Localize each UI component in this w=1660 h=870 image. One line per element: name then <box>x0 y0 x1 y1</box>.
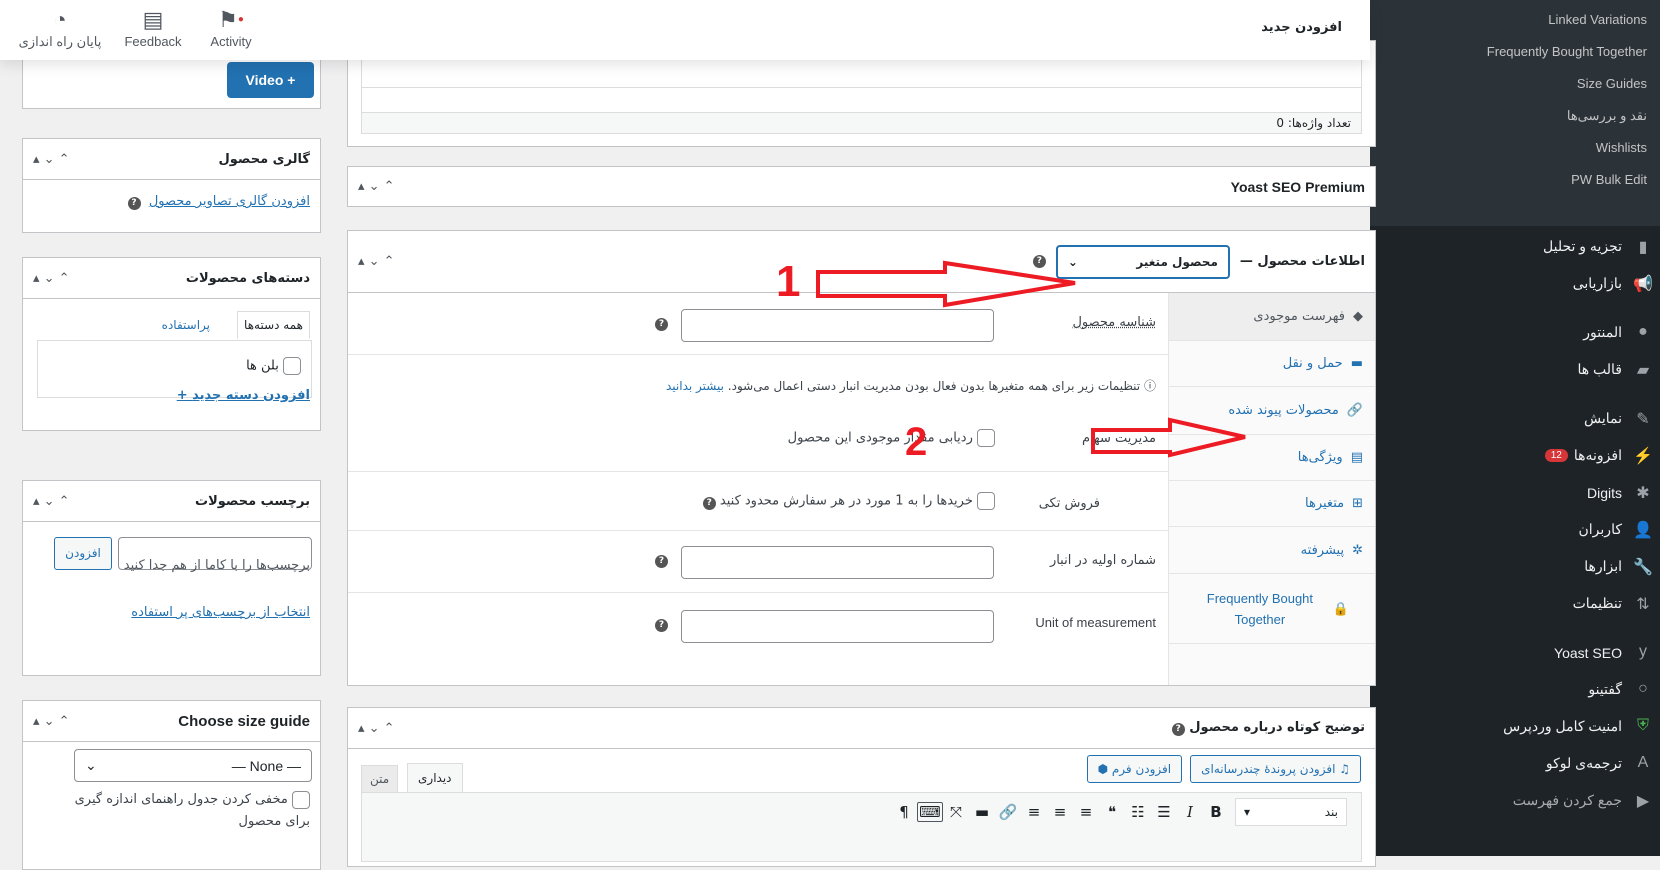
feedback-button[interactable]: ▤ Feedback <box>120 6 186 49</box>
finish-setup-button[interactable]: ◔ پایان راه اندازی <box>8 6 112 50</box>
annotation-arrow-1 <box>816 260 1076 308</box>
annotation-overlay: 1 2 <box>776 257 1246 464</box>
top-bar: افزودن جدید ◔ پایان راه اندازی ▤ Feedback … <box>0 0 1370 60</box>
activity-button[interactable]: ⚑● Activity <box>204 6 258 49</box>
flag-icon: ⚑● <box>218 7 244 32</box>
annotation-number-1: 1 <box>776 257 800 306</box>
page-title: افزودن جدید <box>1261 20 1342 35</box>
pie-icon: ◔ <box>53 7 67 32</box>
button-label: پایان راه اندازی <box>18 34 102 49</box>
annotation-number-2: 2 <box>905 420 927 464</box>
button-label: Feedback <box>124 34 182 49</box>
annotation-arrow-2 <box>1091 417 1246 458</box>
feedback-icon: ▤ <box>142 7 164 32</box>
button-label: Activity <box>210 34 252 49</box>
